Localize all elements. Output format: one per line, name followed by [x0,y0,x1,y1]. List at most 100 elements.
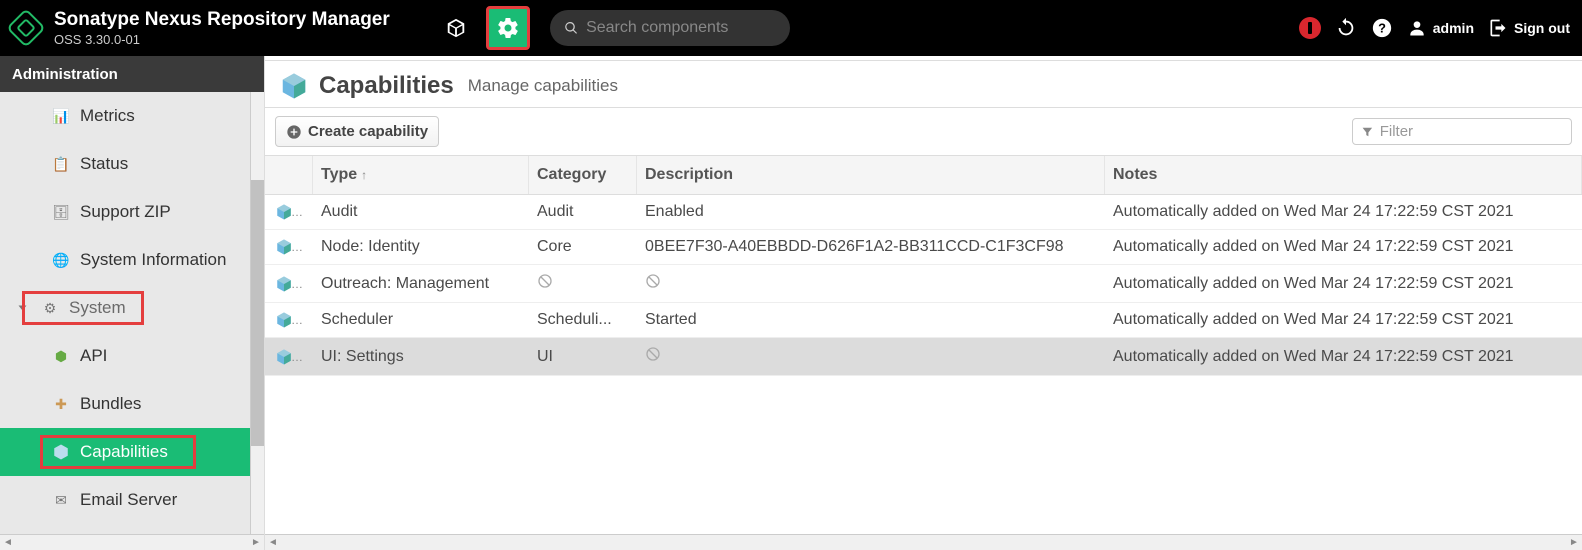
filter-input[interactable] [1380,123,1563,140]
globe-icon: 🌐 [52,251,70,269]
cell-description: Started [637,303,1105,337]
row-icon: … [265,230,313,264]
admin-section-header: Administration [0,56,264,92]
cell-notes: Automatically added on Wed Mar 24 17:22:… [1105,195,1582,229]
cell-type: Node: Identity [313,230,529,264]
cell-category: Audit [529,195,637,229]
sidebar-item-label: Support ZIP [80,202,171,222]
gear-icon [496,16,520,40]
page-header: Capabilities Manage capabilities [265,60,1582,108]
signout-label: Sign out [1514,20,1570,36]
cell-notes: Automatically added on Wed Mar 24 17:22:… [1105,340,1582,374]
help-icon[interactable]: ? [1371,17,1393,39]
app-header: Sonatype Nexus Repository Manager OSS 3.… [0,0,1582,56]
app-version: OSS 3.30.0-01 [54,32,390,48]
archive-icon: 🗄 [52,203,70,221]
chevron-down-icon [19,306,27,311]
cell-description [637,338,1105,375]
sidebar-item-email-server[interactable]: ✉ Email Server [0,476,250,524]
cell-category: Scheduli... [529,303,637,337]
page-subtitle: Manage capabilities [468,76,618,96]
app-title: Sonatype Nexus Repository Manager [54,9,390,32]
row-icon: … [265,340,313,374]
cube-icon [52,443,70,461]
sidebar-group-label: System [69,298,126,318]
gear-icon: ⚙ [41,299,59,317]
col-description[interactable]: Description [637,156,1105,194]
sidebar-item-label: Metrics [80,106,135,126]
create-button-label: Create capability [308,123,428,140]
sidebar-group-system[interactable]: ⚙ System [0,284,250,332]
cell-type: Scheduler [313,303,529,337]
row-icon: … [265,303,313,337]
signout-icon [1488,18,1508,38]
search-input[interactable] [586,19,776,37]
sidebar-item-support-zip[interactable]: 🗄 Support ZIP [0,188,250,236]
sidebar-item-capabilities[interactable]: Capabilities [0,428,250,476]
user-menu[interactable]: admin [1407,18,1474,38]
sidebar-item-bundles[interactable]: ✚ Bundles [0,380,250,428]
cube-icon [445,17,467,39]
exclamation-icon [1308,22,1312,34]
cell-category: UI [529,340,637,374]
table-row[interactable]: …AuditAuditEnabledAutomatically added on… [265,195,1582,230]
sidebar-item-label: Capabilities [80,442,168,462]
admin-mode-button[interactable] [486,6,530,50]
col-type[interactable]: Type↑ [313,156,529,194]
sidebar-item-status[interactable]: 📋 Status [0,140,250,188]
sidebar-hscroll[interactable]: ◄► [0,534,264,550]
col-icon[interactable] [265,156,313,194]
alert-indicator[interactable] [1299,17,1321,39]
cell-category [529,265,637,302]
sidebar-item-api[interactable]: ⬢ API [0,332,250,380]
browse-mode-button[interactable] [434,6,478,50]
cell-type: UI: Settings [313,340,529,374]
page-title: Capabilities [319,72,454,100]
sidebar-item-system-information[interactable]: 🌐 System Information [0,236,250,284]
row-icon: … [265,195,313,229]
refresh-icon[interactable] [1335,17,1357,39]
create-capability-button[interactable]: Create capability [275,116,439,147]
chart-icon: 📊 [52,107,70,125]
title-block: Sonatype Nexus Repository Manager OSS 3.… [54,9,390,47]
sidebar-item-label: Bundles [80,394,141,414]
cube-icon [279,71,309,101]
username-label: admin [1433,20,1474,36]
svg-text:?: ? [1378,21,1386,36]
cell-type: Audit [313,195,529,229]
cell-category: Core [529,230,637,264]
sidebar-item-label: Email Server [80,490,177,510]
cell-description [637,265,1105,302]
badge-icon: ⬢ [52,347,70,365]
plus-circle-icon [286,124,302,140]
signout-button[interactable]: Sign out [1488,18,1570,38]
toolbar: Create capability [265,108,1582,155]
puzzle-icon: ✚ [52,395,70,413]
cell-notes: Automatically added on Wed Mar 24 17:22:… [1105,303,1582,337]
cell-notes: Automatically added on Wed Mar 24 17:22:… [1105,230,1582,264]
sidebar-scrollbar[interactable] [250,92,264,534]
cell-notes: Automatically added on Wed Mar 24 17:22:… [1105,267,1582,301]
sidebar-nav: 📊 Metrics 📋 Status 🗄 Support ZIP 🌐 Syste… [0,92,250,534]
logo-icon [6,8,46,48]
filter-icon [1361,125,1374,139]
cell-type: Outreach: Management [313,267,529,301]
filter-box[interactable] [1352,118,1572,145]
table-row[interactable]: …SchedulerScheduli...StartedAutomaticall… [265,303,1582,338]
sidebar-item-metrics[interactable]: 📊 Metrics [0,92,250,140]
cell-description: Enabled [637,195,1105,229]
table-row[interactable]: …Node: IdentityCore0BEE7F30-A40EBBDD-D62… [265,230,1582,265]
sidebar-item-label: API [80,346,107,366]
col-category[interactable]: Category [529,156,637,194]
sidebar-item-label: Status [80,154,128,174]
capabilities-grid: Type↑ Category Description Notes …AuditA… [265,155,1582,376]
col-notes[interactable]: Notes [1105,156,1582,194]
mail-icon: ✉ [52,491,70,509]
table-row[interactable]: …UI: SettingsUI Automatically added on We… [265,338,1582,376]
table-row[interactable]: …Outreach: Management Automatically added… [265,265,1582,303]
user-icon [1407,18,1427,38]
row-icon: … [265,267,313,301]
clipboard-icon: 📋 [52,155,70,173]
content-hscroll[interactable]: ◄► [265,534,1582,550]
search-box[interactable] [550,10,790,46]
